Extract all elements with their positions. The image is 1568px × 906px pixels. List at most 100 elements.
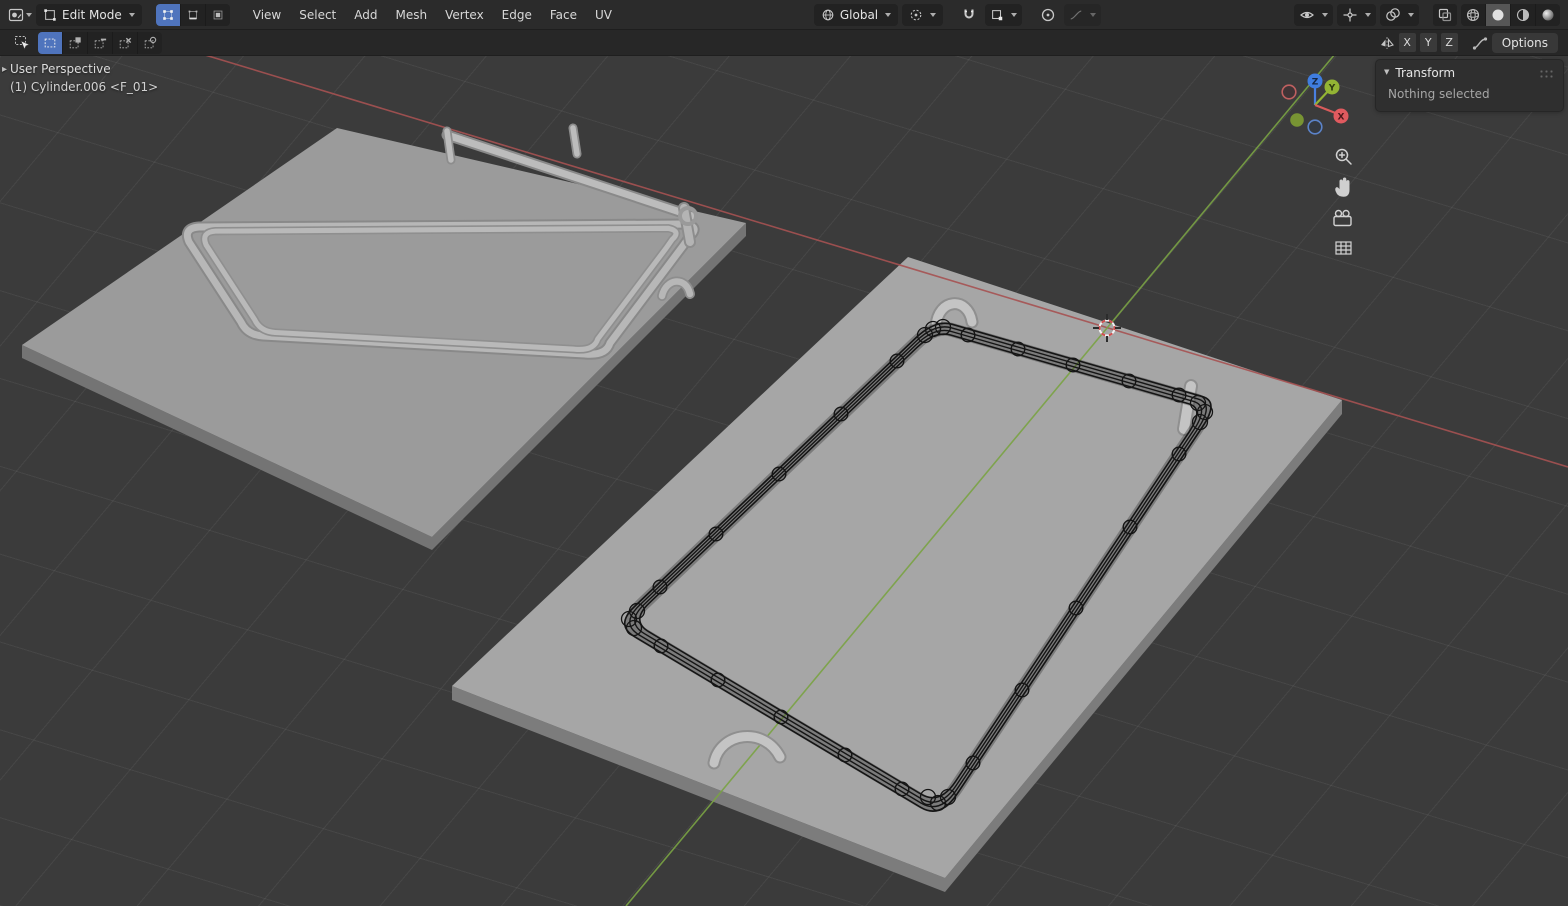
overlays-icon [1386,7,1400,21]
active-object-label: (1) Cylinder.006 <F_01> [10,80,159,94]
pivot-point-icon [910,9,922,20]
options-button[interactable]: Options [1491,32,1558,53]
menu-face[interactable]: Face [541,4,586,26]
orientation-dropdown[interactable]: Global [813,3,899,26]
toolbar-expand-arrow[interactable]: ▸ [2,64,7,75]
pan-hand-button[interactable] [1335,177,1350,197]
face-select-icon [213,10,223,19]
chevron-down-icon [26,12,32,17]
edge-select-button[interactable] [179,3,205,26]
chevron-down-icon [1407,12,1414,17]
xray-toggle-button[interactable] [1432,3,1457,26]
mirror-y-toggle[interactable]: Y [1419,33,1437,52]
menu-add[interactable]: Add [345,4,386,26]
shading-wireframe-icon [1466,8,1480,21]
gizmo-x-negative[interactable] [1281,84,1297,100]
transform-panel-title: Transform [1395,66,1456,80]
face-select-button[interactable] [204,3,230,26]
select-mode-intersect-button[interactable] [137,31,162,54]
shading-material-button[interactable] [1509,3,1535,26]
shading-rendered-button[interactable] [1534,3,1560,26]
edge-select-icon [188,10,198,19]
box-select-tool-button[interactable] [10,32,34,54]
snap-target-dropdown[interactable] [985,3,1023,26]
menu-mesh[interactable]: Mesh [387,4,437,26]
select-mode-extend-icon [69,36,81,48]
select-mode-invert-button[interactable] [112,31,137,54]
viewport-display-cluster [1293,3,1560,26]
select-mode-intersect-icon [144,36,157,48]
snap-target-icon [992,9,1003,20]
gizmo-z-label: Z [1312,77,1319,87]
editor-type-button[interactable] [8,4,32,26]
chevron-down-icon [1364,12,1371,17]
shading-material-icon [1516,8,1530,21]
mirror-icon [1380,36,1394,49]
transform-panel-header[interactable]: ▼ Transform [1376,60,1563,83]
chevron-down-icon [930,12,937,17]
orientation-label: Global [839,7,879,22]
select-mode-extend-button[interactable] [62,31,87,54]
tool-options-icon[interactable] [1472,35,1488,51]
panel-grip-icon[interactable] [1539,68,1555,78]
vertex-select-button[interactable] [155,3,180,26]
zoom-button[interactable] [1335,148,1352,165]
gizmo-y-negative[interactable] [1290,113,1304,127]
select-mode-new-button[interactable] [38,31,62,54]
menu-edge[interactable]: Edge [493,4,541,26]
gizmo-y-label: Y [1328,83,1336,93]
ortho-grid-button[interactable] [1335,241,1352,255]
shading-wireframe-button[interactable] [1461,4,1485,26]
gizmos-dropdown[interactable] [1336,3,1376,26]
topbar: Edit Mode View Select Add Mesh Vertex Ed… [0,0,1568,30]
menu-select[interactable]: Select [290,4,345,26]
falloff-dropdown[interactable] [1064,3,1102,26]
menu-uv[interactable]: UV [586,4,621,26]
navigation-gizmo[interactable]: Z Y X [1281,73,1349,135]
proportional-edit-button[interactable] [1036,4,1060,26]
shading-solid-icon [1492,9,1504,20]
mode-dropdown-label: Edit Mode [62,7,122,22]
chevron-down-icon [1011,12,1018,17]
transform-panel-status: Nothing selected [1388,87,1490,101]
options-label: Options [1501,35,1548,50]
chevron-down-icon: ▼ [1384,68,1390,76]
mirror-z-toggle[interactable]: Z [1440,33,1458,52]
chevron-down-icon [1321,12,1328,17]
gizmos-icon [1343,8,1357,21]
view-perspective-label: User Perspective [10,62,111,76]
pivot-point-dropdown[interactable] [902,3,944,26]
box-select-tool-icon [15,35,30,50]
select-mode-subtract-button[interactable] [87,31,112,54]
visibility-dropdown[interactable] [1293,3,1333,26]
mode-dropdown[interactable]: Edit Mode [36,3,142,26]
shading-mode-group [1460,3,1560,26]
select-mode-invert-icon [119,37,132,48]
edit-mode-icon [44,8,56,21]
xray-icon [1438,8,1452,21]
visibility-eye-icon [1300,11,1314,18]
select-mode-option-group [38,31,162,54]
shading-solid-button[interactable] [1484,3,1510,26]
gizmo-z-negative[interactable] [1307,119,1323,135]
overlays-dropdown[interactable] [1379,3,1419,26]
snap-magnet-icon [964,9,974,18]
menu-vertex[interactable]: Vertex [436,4,493,26]
camera-view-button[interactable] [1333,209,1352,227]
chevron-down-icon [128,12,135,17]
orientation-globe-icon [822,9,834,20]
chevron-down-icon [1090,12,1097,17]
select-mode-subtract-icon [94,38,107,48]
snap-toggle-button[interactable] [957,4,981,26]
menubar: View Select Add Mesh Vertex Edge Face UV [244,4,621,26]
menu-view[interactable]: View [244,4,290,26]
viewport-3d[interactable]: Z Y X ▸ User Perspective (1) Cylinder.00… [0,56,1568,906]
select-mode-new-icon [44,38,56,47]
transform-controls-cluster: Global [813,3,1102,26]
sidebar-panel: ▼ Transform Nothing selected [1375,59,1564,112]
chevron-down-icon [885,12,892,17]
mesh-select-mode-group [155,3,230,26]
gizmo-x-label: X [1338,112,1345,122]
mirror-x-toggle[interactable]: X [1398,33,1416,52]
falloff-curve-icon [1070,9,1082,20]
